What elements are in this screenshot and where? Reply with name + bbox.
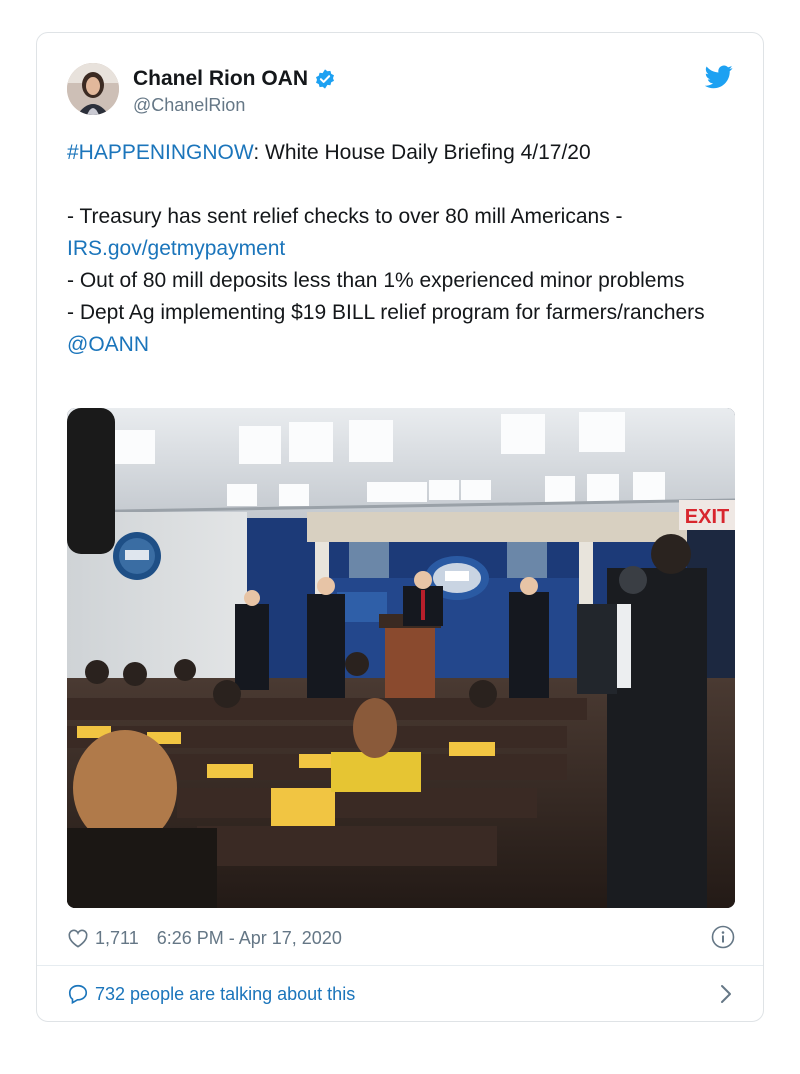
- tweet-text: #HAPPENINGNOW: White House Daily Briefin…: [67, 137, 747, 361]
- twitter-bird-icon[interactable]: [705, 65, 733, 89]
- author-display-name[interactable]: Chanel Rion OAN: [133, 67, 308, 91]
- tweet-line-2: - Treasury has sent relief checks to ove…: [67, 205, 623, 228]
- tweet-line-4: - Dept Ag implementing $19 BILL relief p…: [67, 297, 747, 361]
- hashtag-link[interactable]: #HAPPENINGNOW: [67, 141, 253, 164]
- like-button[interactable]: 1,711: [67, 928, 139, 949]
- conversation-link[interactable]: 732 people are talking about this: [67, 979, 735, 1009]
- exit-sign-text: EXIT: [685, 506, 729, 528]
- tweet-line-1-text: : White House Daily Briefing 4/17/20: [253, 141, 591, 164]
- tweet-line-4-text: - Dept Ag implementing $19 BILL relief p…: [67, 301, 705, 324]
- reply-bubble-icon: [68, 984, 88, 1005]
- info-icon[interactable]: [711, 925, 735, 949]
- author-handle[interactable]: @ChanelRion: [133, 95, 245, 116]
- tweet-timestamp[interactable]: 6:26 PM - Apr 17, 2020: [157, 928, 342, 949]
- chevron-right-icon[interactable]: [719, 983, 733, 1005]
- irs-link[interactable]: IRS.gov/getmypayment: [67, 237, 285, 260]
- tweet-photo[interactable]: EXIT: [67, 408, 735, 908]
- tweet-card: Chanel Rion OAN @ChanelRion #HAPPENINGNO…: [36, 32, 764, 1022]
- avatar-image: [67, 63, 119, 115]
- divider: [37, 965, 763, 966]
- talking-label[interactable]: 732 people are talking about this: [95, 984, 355, 1005]
- tweet-line-1: #HAPPENINGNOW: White House Daily Briefin…: [67, 137, 747, 169]
- author-name[interactable]: Chanel Rion OAN: [133, 67, 336, 91]
- oann-mention-link[interactable]: @OANN: [67, 333, 149, 356]
- heart-icon: [68, 929, 88, 948]
- verified-badge-icon: [316, 69, 334, 89]
- briefing-room-photo: EXIT: [67, 408, 735, 908]
- tweet-meta: 1,711 6:26 PM - Apr 17, 2020: [67, 923, 735, 953]
- like-count: 1,711: [95, 927, 139, 948]
- avatar[interactable]: [67, 63, 119, 115]
- tweet-line-3: - Out of 80 mill deposits less than 1% e…: [67, 269, 685, 292]
